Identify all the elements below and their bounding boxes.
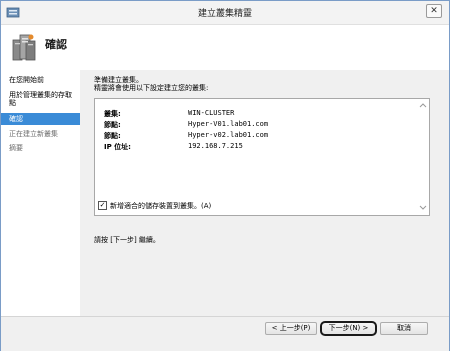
add-storage-label[interactable]: 新增適合的儲存裝置到叢集。(A)	[110, 201, 211, 211]
summary-value: 192.168.7.215	[188, 142, 243, 150]
sidebar-item-creating-cluster: 正在建立新叢集	[9, 130, 58, 138]
summary-value: Hyper-V01.lab01.com	[188, 120, 269, 128]
settings-summary-box[interactable]: 叢集: WIN-CLUSTER 節點: Hyper-V01.lab01.com …	[94, 98, 430, 216]
summary-key: IP 位址:	[104, 143, 131, 151]
summary-key: 叢集:	[104, 110, 121, 118]
next-button[interactable]: 下一步(N) >	[320, 321, 377, 336]
window-title: 建立叢集精靈	[197, 9, 252, 19]
wizard-window: 建立叢集精靈 ✕ 確認 在您開始前 用於管理叢集的存取點 確認 正在建立新叢集 …	[0, 0, 450, 351]
summary-key: 節點:	[104, 121, 121, 129]
cancel-button[interactable]: 取消	[380, 322, 428, 335]
summary-value: Hyper-v02.lab01.com	[188, 131, 269, 139]
sidebar-item-before-you-begin[interactable]: 在您開始前	[1, 74, 80, 86]
back-button[interactable]: < 上一步(P)	[265, 322, 317, 335]
button-bar: < 上一步(P) 下一步(N) > 取消	[1, 317, 449, 351]
sidebar-item-access-point[interactable]: 用於管理叢集的存取點	[1, 89, 80, 109]
scroll-down-arrow-icon[interactable]	[419, 205, 427, 211]
scroll-up-arrow-icon[interactable]	[419, 102, 427, 108]
page-header: 確認	[1, 26, 449, 70]
title-bar[interactable]: 建立叢集精靈 ✕	[1, 1, 449, 25]
page-title: 確認	[45, 38, 67, 51]
sidebar-item-summary: 摘要	[9, 144, 23, 152]
summary-key: 節點:	[104, 132, 121, 140]
add-storage-checkbox[interactable]: ✓	[98, 201, 107, 210]
wizard-steps-sidebar: 在您開始前 用於管理叢集的存取點 確認 正在建立新叢集 摘要	[1, 70, 80, 316]
intro-line-2: 精靈將會使用以下設定建立您的叢集:	[94, 84, 209, 92]
server-cluster-icon	[12, 34, 36, 61]
summary-value: WIN-CLUSTER	[188, 109, 235, 117]
continue-instruction: 請按 [下一步] 繼續。	[94, 236, 160, 244]
close-button[interactable]: ✕	[426, 4, 442, 18]
sidebar-item-confirmation[interactable]: 確認	[1, 113, 80, 125]
content-panel: 準備建立叢集。 精靈將會使用以下設定建立您的叢集: 叢集: WIN-CLUSTE…	[80, 70, 449, 316]
